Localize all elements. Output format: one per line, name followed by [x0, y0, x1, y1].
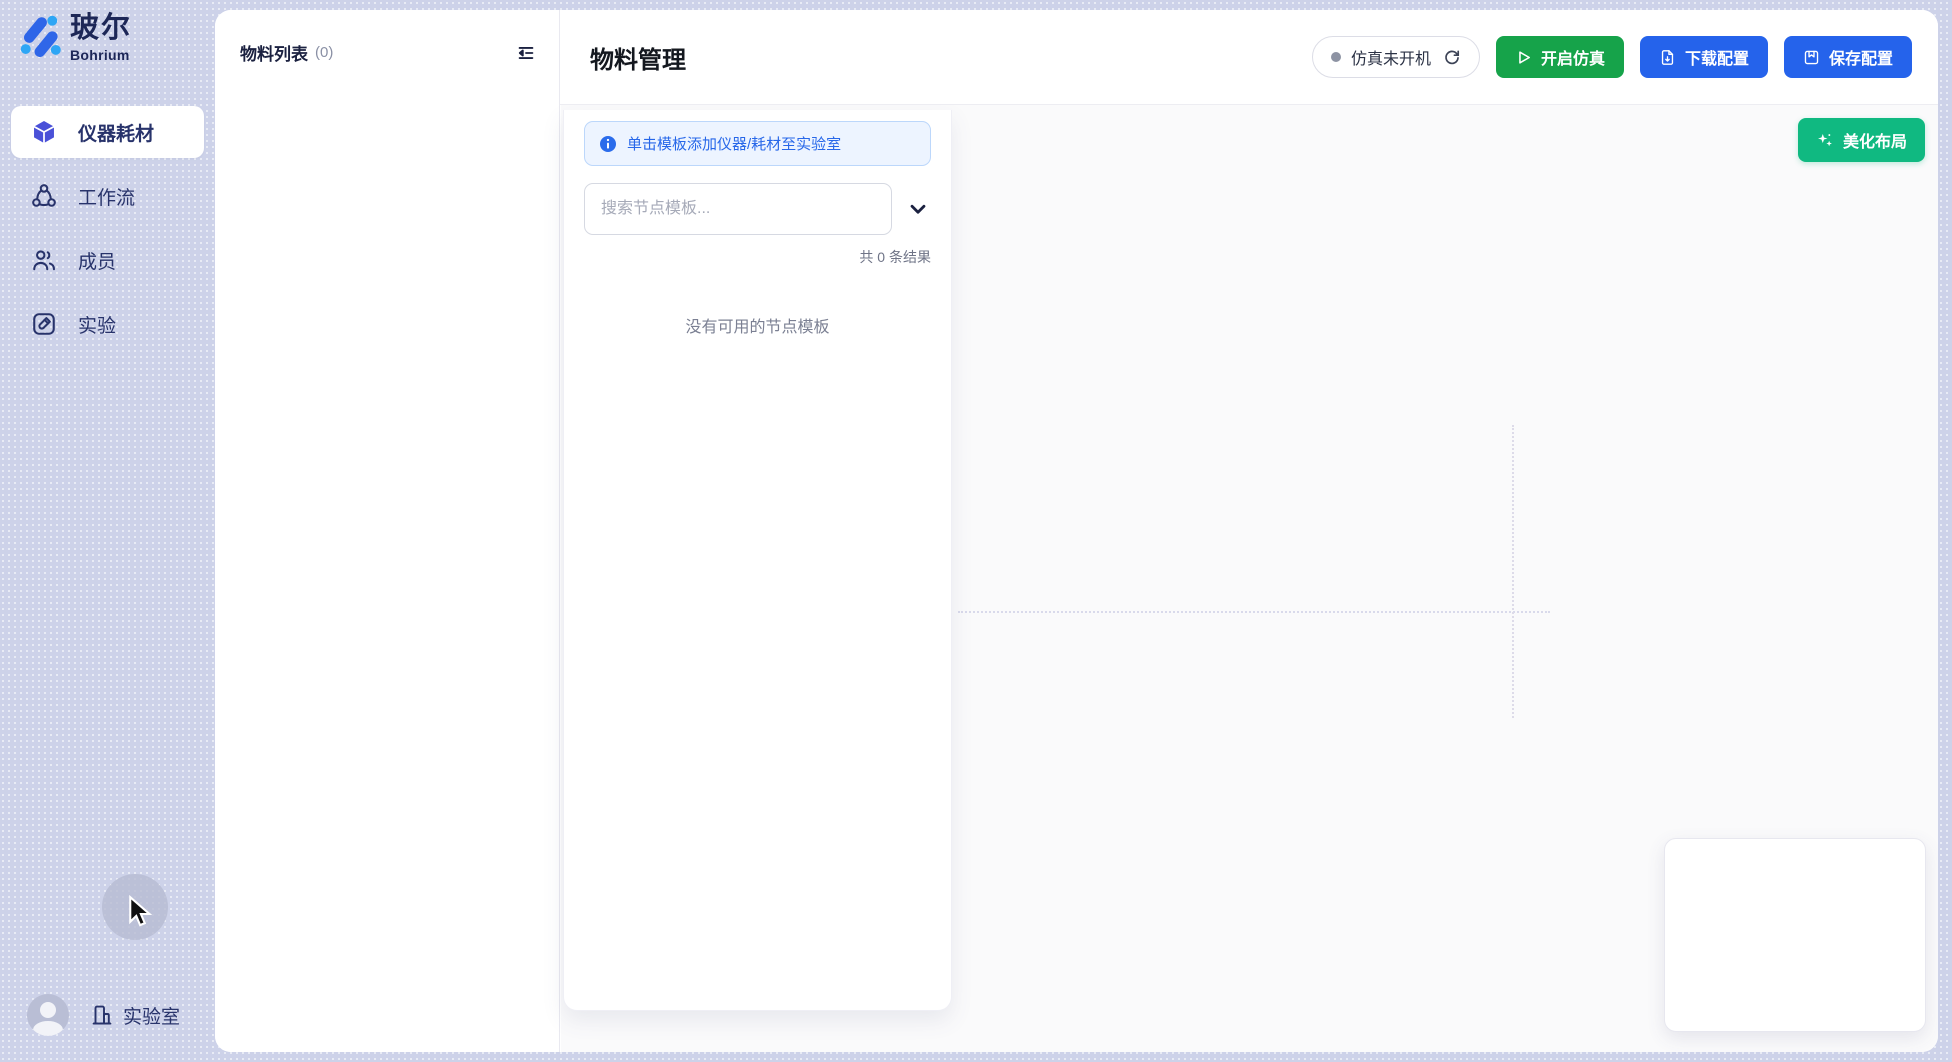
sidebar-item-members[interactable]: 成员	[11, 234, 204, 286]
brand-name-en: Bohrium	[70, 48, 132, 62]
lab-entry-label: 实验室	[123, 1002, 180, 1029]
simulation-status-label: 仿真未开机	[1351, 45, 1431, 69]
lab-entry[interactable]: 实验室	[90, 1002, 180, 1029]
sparkles-icon	[1816, 131, 1834, 149]
file-download-icon	[1659, 49, 1676, 66]
sidebar-item-workflow[interactable]: 工作流	[11, 170, 204, 222]
beautify-layout-button[interactable]: 美化布局	[1798, 118, 1925, 162]
refresh-icon[interactable]	[1443, 48, 1461, 66]
building-icon	[90, 1003, 114, 1027]
canvas-guide-vertical	[1512, 425, 1514, 718]
download-config-button[interactable]: 下载配置	[1640, 36, 1768, 78]
brand-logo: 玻尔 Bohrium	[16, 11, 132, 62]
status-dot-icon	[1331, 52, 1341, 62]
members-icon	[31, 247, 57, 273]
template-hint-text: 单击模板添加仪器/耗材至实验室	[627, 133, 841, 154]
template-empty-text: 没有可用的节点模板	[584, 313, 931, 337]
workflow-icon	[31, 183, 57, 209]
beautify-layout-label: 美化布局	[1843, 128, 1907, 152]
save-config-label: 保存配置	[1829, 45, 1893, 69]
brand-name: 玻尔 Bohrium	[70, 11, 132, 62]
start-simulation-label: 开启仿真	[1541, 45, 1605, 69]
sidebar-item-experiment[interactable]: 实验	[11, 298, 204, 350]
sidebar-item-label: 成员	[78, 247, 116, 274]
mouse-cursor	[122, 893, 158, 929]
brand-name-zh: 玻尔	[70, 14, 132, 43]
sidebar-item-label: 仪器耗材	[78, 119, 154, 146]
panel-fold-icon[interactable]	[515, 42, 537, 64]
material-list-panel: 物料列表 (0)	[215, 10, 560, 1052]
chevron-down-icon[interactable]	[905, 196, 931, 222]
page-title: 物料管理	[590, 40, 686, 75]
sidebar-item-label: 实验	[78, 311, 116, 338]
sidebar-footer: 实验室	[27, 994, 180, 1036]
sidebar: 玻尔 Bohrium 仪器耗材	[0, 0, 215, 1062]
material-list-count: (0)	[315, 44, 333, 61]
sidebar-item-instruments[interactable]: 仪器耗材	[11, 106, 204, 158]
sidebar-item-label: 工作流	[78, 183, 135, 210]
download-config-label: 下载配置	[1685, 45, 1749, 69]
simulation-status-pill[interactable]: 仿真未开机	[1312, 36, 1480, 78]
info-icon	[599, 135, 617, 153]
play-icon	[1515, 49, 1532, 66]
test-tube-icon	[31, 311, 57, 337]
content-card: 物料列表 (0) 物料管理 仿真未开机	[215, 10, 1938, 1052]
start-simulation-button[interactable]: 开启仿真	[1496, 36, 1624, 78]
node-template-panel: 单击模板添加仪器/耗材至实验室 共 0 条结果 没有可用的节点模板	[563, 110, 952, 1011]
template-result-count: 共 0 条结果	[584, 247, 931, 267]
user-avatar[interactable]	[27, 994, 69, 1036]
cube-icon	[31, 119, 57, 145]
save-config-button[interactable]: 保存配置	[1784, 36, 1912, 78]
minimap[interactable]	[1664, 838, 1926, 1032]
template-search-input[interactable]	[584, 183, 892, 235]
save-icon	[1803, 49, 1820, 66]
template-hint-banner: 单击模板添加仪器/耗材至实验室	[584, 121, 931, 166]
material-list-title: 物料列表	[240, 40, 308, 65]
bohrium-logo-icon	[16, 11, 62, 57]
main-header: 物料管理 仿真未开机 开启仿真	[560, 10, 1938, 105]
canvas-guide-horizontal	[958, 611, 1550, 613]
sidebar-nav: 仪器耗材 工作流	[11, 106, 204, 350]
